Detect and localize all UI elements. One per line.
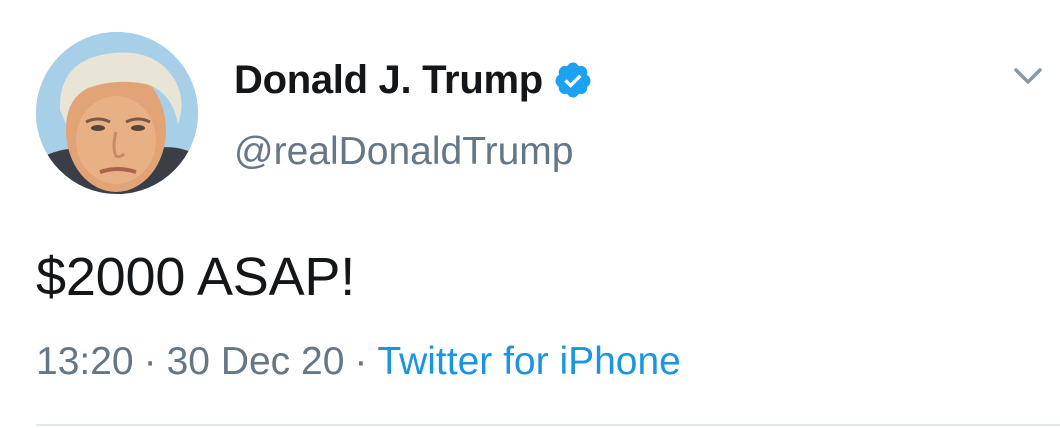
divider [36, 424, 1060, 426]
author-name-row[interactable]: Donald J. Trump [234, 56, 593, 104]
avatar-image [36, 32, 198, 194]
tweet-text: $2000 ASAP! [36, 247, 356, 307]
verified-badge-icon [553, 60, 593, 100]
tweet-meta: 13:20 · 30 Dec 20 · Twitter for iPhone [36, 340, 681, 384]
tweet-card: Donald J. Trump @realDonaldTrump $2000 A… [0, 0, 1060, 428]
tweet-time[interactable]: 13:20 [36, 340, 134, 383]
chevron-down-icon[interactable] [1010, 62, 1046, 90]
author-handle[interactable]: @realDonaldTrump [234, 130, 573, 174]
tweet-source-link[interactable]: Twitter for iPhone [377, 340, 680, 383]
tweet-date[interactable]: 30 Dec 20 [167, 340, 345, 383]
meta-separator: · [354, 340, 368, 383]
display-name[interactable]: Donald J. Trump [234, 58, 543, 103]
meta-separator: · [143, 340, 157, 383]
avatar[interactable] [36, 32, 198, 194]
